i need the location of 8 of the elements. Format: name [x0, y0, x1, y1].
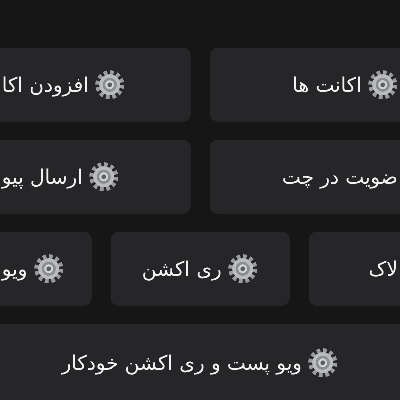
keyboard-button[interactable]: لاک — [308, 232, 400, 306]
keyboard-button[interactable]: ضویت در چت — [210, 140, 400, 214]
keyboard-button[interactable]: افزودن اکا — [0, 48, 190, 122]
keyboard-button[interactable]: اکانت ها — [210, 48, 400, 122]
keyboard-button[interactable]: ارسال پیو — [0, 140, 190, 214]
keyboard-button[interactable]: ویو — [0, 232, 92, 306]
keyboard-button[interactable]: ری اکشن — [110, 232, 290, 306]
keyboard-button[interactable]: ویو پست و ری اکشن خودکار — [0, 324, 400, 400]
